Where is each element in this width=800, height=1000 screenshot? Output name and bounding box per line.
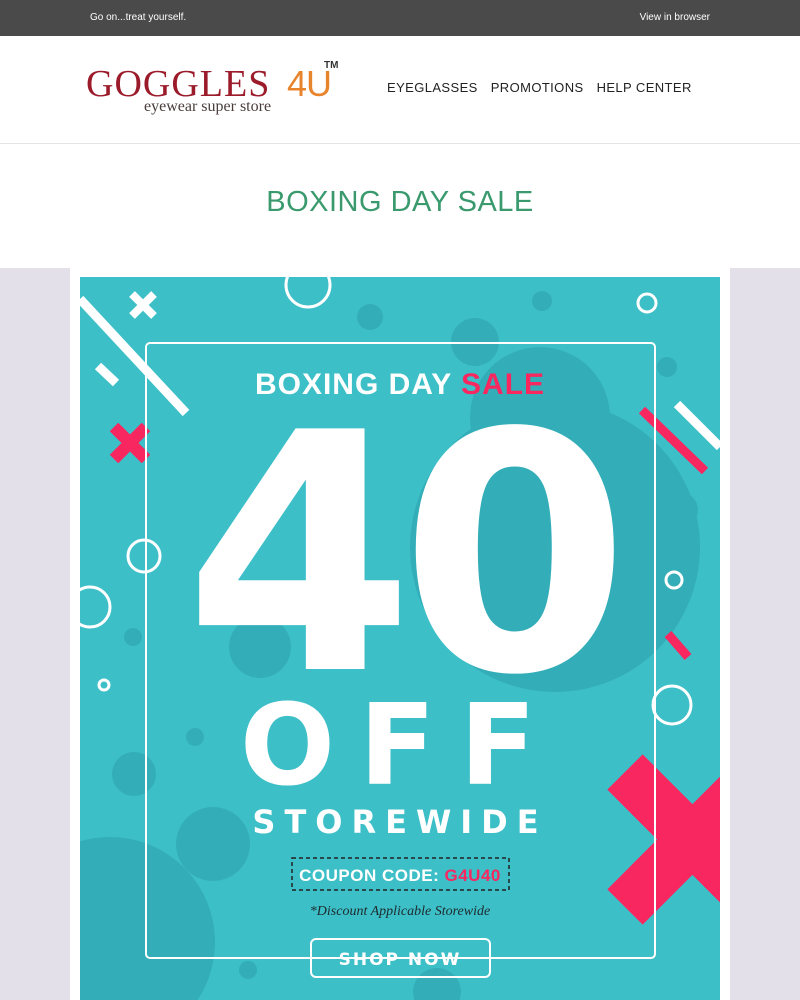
banner-graphic: BOXING DAY SALE 40 OFF STOREWIDE COUPON … [80,277,720,1000]
preheader-bar: Go on...treat yourself. View in browser [0,0,800,36]
storewide-label: STOREWIDE [252,803,547,841]
nav-promotions[interactable]: PROMOTIONS [491,80,584,95]
view-in-browser-link[interactable]: View in browser [640,12,710,23]
title-section: BOXING DAY SALE [0,144,800,268]
disclaimer-text: *Discount Applicable Storewide [310,904,490,919]
preheader-text: Go on...treat yourself. [90,12,187,23]
brand-tagline: eyewear super store [144,98,272,115]
header: GOGGLES 4U TM eyewear super store EYEGLA… [0,36,800,144]
main-nav: EYEGLASSES PROMOTIONS HELP CENTER [387,80,692,95]
coupon-code: G4U40 [444,866,500,885]
pink-big-x-decoration-icon [607,754,720,925]
off-label: OFF [240,681,560,811]
close-x-decoration-icon [129,291,157,319]
shop-now-label: SHOP NOW [339,950,462,970]
brand-logo[interactable]: GOGGLES 4U TM eyewear super store [86,60,346,122]
coupon-label: COUPON CODE: [299,866,444,885]
page-title: BOXING DAY SALE [266,186,534,218]
coupon-line: COUPON CODE: G4U40 [299,866,501,885]
nav-eyeglasses[interactable]: EYEGLASSES [387,80,478,95]
sale-banner[interactable]: BOXING DAY SALE 40 OFF STOREWIDE COUPON … [80,277,720,1000]
brand-trademark: TM [324,60,339,71]
pink-x-decoration-icon [109,422,151,464]
nav-help-center[interactable]: HELP CENTER [597,80,692,95]
